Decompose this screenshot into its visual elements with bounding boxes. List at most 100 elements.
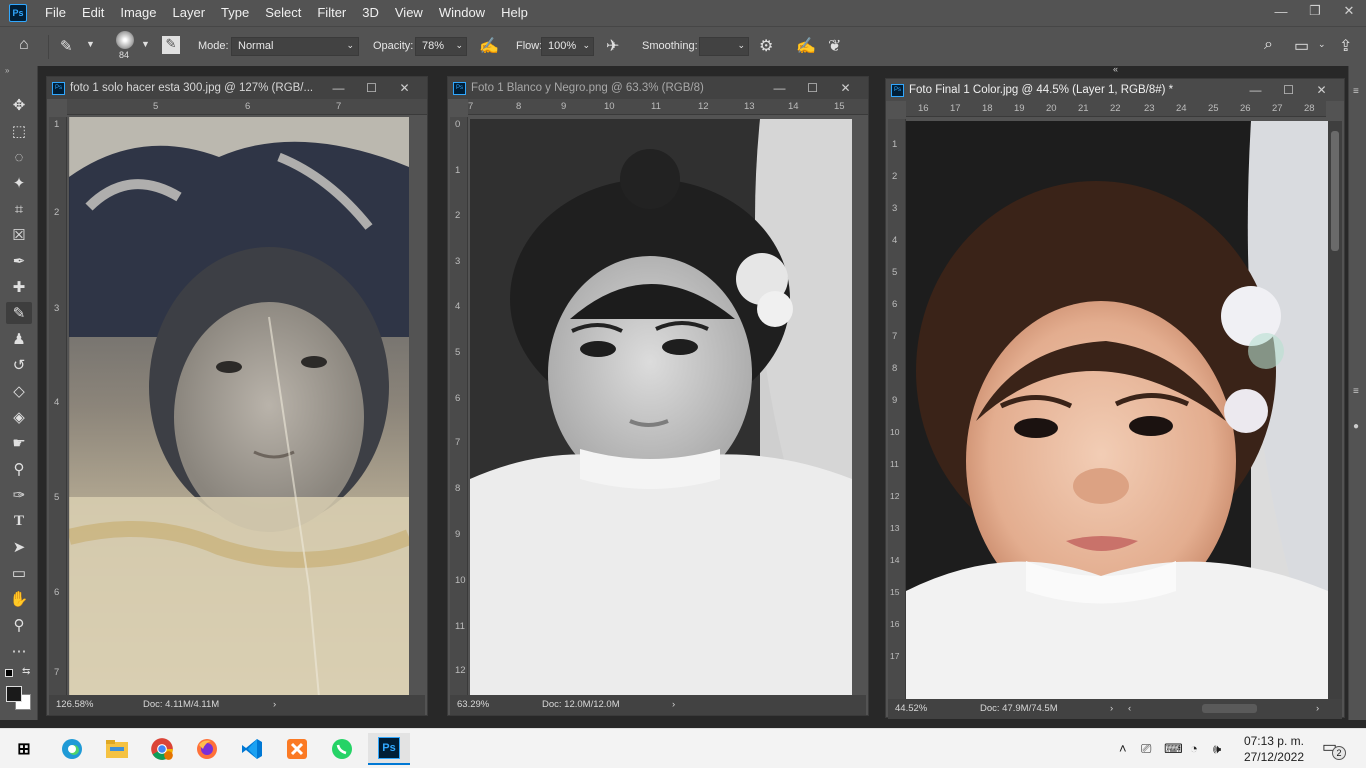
workspace-icon[interactable]: ▭ xyxy=(1294,36,1309,56)
crop-tool-icon[interactable]: ⌗ xyxy=(6,198,32,220)
photo-canvas-3[interactable] xyxy=(906,121,1328,699)
whatsapp-icon[interactable] xyxy=(327,735,357,763)
healing-brush-icon[interactable]: ✚ xyxy=(6,276,32,298)
share-icon[interactable]: ⇪ xyxy=(1339,36,1352,56)
close-icon[interactable]: ✕ xyxy=(1305,79,1338,101)
network-icon[interactable]: ⌨ xyxy=(1164,741,1183,757)
menu-select[interactable]: Select xyxy=(257,0,309,26)
magic-wand-icon[interactable]: ✦ xyxy=(6,172,32,194)
maximize-icon[interactable]: ☐ xyxy=(355,77,388,99)
chrome-icon[interactable] xyxy=(147,735,177,763)
scroll-thumb[interactable] xyxy=(1331,131,1339,251)
maximize-icon[interactable]: ☐ xyxy=(1272,79,1305,101)
pressure-size-icon[interactable]: ✍ xyxy=(796,36,816,56)
zoom-tool-icon[interactable]: ⚲ xyxy=(6,614,32,636)
xampp-icon[interactable] xyxy=(282,735,312,763)
chevron-down-icon[interactable]: ▼ xyxy=(141,39,150,49)
history-brush-icon[interactable]: ↺ xyxy=(6,354,32,376)
rectangle-tool-icon[interactable]: ▭ xyxy=(6,562,32,584)
photoshop-taskbar-icon[interactable]: Ps xyxy=(368,733,410,765)
menu-icon[interactable]: ≡ xyxy=(1353,86,1359,97)
chevron-down-icon[interactable]: ▼ xyxy=(86,39,95,49)
close-icon[interactable]: ✕ xyxy=(829,77,862,99)
brush-preset-icon[interactable] xyxy=(116,31,134,49)
search-icon[interactable]: ⌕ xyxy=(1264,36,1273,54)
dodge-tool-icon[interactable]: ⚲ xyxy=(6,458,32,480)
chevron-right-icon[interactable]: › xyxy=(273,699,276,710)
chevron-down-icon[interactable]: ⌄ xyxy=(1318,39,1326,50)
stamp-tool-icon[interactable]: ♟ xyxy=(6,328,32,350)
frame-tool-icon[interactable]: ☒ xyxy=(6,224,32,246)
photo-canvas-2[interactable] xyxy=(470,119,852,697)
chevron-left-icon[interactable]: ‹ xyxy=(1128,703,1131,714)
menu-icon[interactable]: ≡ xyxy=(1353,386,1359,397)
maximize-icon[interactable]: ☐ xyxy=(796,77,829,99)
restore-icon[interactable]: ❐ xyxy=(1298,0,1332,22)
file-explorer-icon[interactable] xyxy=(102,735,132,763)
collapse-icon[interactable]: » xyxy=(5,66,9,75)
type-tool-icon[interactable]: T xyxy=(6,510,32,532)
foreground-color-swatch[interactable] xyxy=(6,686,22,702)
smudge-tool-icon[interactable]: ☛ xyxy=(6,432,32,454)
chevron-right-icon[interactable]: › xyxy=(672,699,675,710)
zoom-level[interactable]: 63.29% xyxy=(457,699,489,710)
mode-select[interactable]: Normal ⌄ xyxy=(231,37,359,56)
brush-tool-icon[interactable]: ✎ xyxy=(6,302,32,324)
smoothing-input[interactable]: ⌄ xyxy=(699,37,749,56)
menu-3d[interactable]: 3D xyxy=(354,0,387,26)
brush-tool-icon[interactable]: ✎ xyxy=(60,37,73,55)
meet-now-icon[interactable]: ⎚ xyxy=(1141,741,1151,757)
eyedropper-icon[interactable]: ✒ xyxy=(6,250,32,272)
wifi-icon[interactable]: ◔ xyxy=(1190,741,1198,756)
default-colors-icon[interactable] xyxy=(5,669,13,677)
zoom-level[interactable]: 44.52% xyxy=(895,703,927,714)
gear-icon[interactable]: ⚙ xyxy=(759,36,773,56)
document-tab-2[interactable]: Ps Foto 1 Blanco y Negro.png @ 63.3% (RG… xyxy=(448,77,868,99)
opacity-input[interactable]: 78% ⌄ xyxy=(415,37,467,56)
document-tab-3[interactable]: Ps Foto Final 1 Color.jpg @ 44.5% (Layer… xyxy=(886,79,1344,101)
menu-filter[interactable]: Filter xyxy=(309,0,354,26)
close-icon[interactable]: ✕ xyxy=(1332,0,1366,22)
volume-icon[interactable]: 🕪 xyxy=(1213,741,1221,757)
menu-layer[interactable]: Layer xyxy=(165,0,214,26)
notification-center-icon[interactable]: ▭ 2 xyxy=(1322,737,1346,760)
pressure-opacity-icon[interactable]: ✍ xyxy=(479,36,499,56)
minimize-icon[interactable]: — xyxy=(1239,79,1272,101)
menu-image[interactable]: Image xyxy=(112,0,164,26)
more-tools-icon[interactable]: ⋯ xyxy=(6,640,32,662)
hand-tool-icon[interactable]: ✋ xyxy=(6,588,32,610)
menu-type[interactable]: Type xyxy=(213,0,257,26)
chevron-right-icon[interactable]: › xyxy=(1110,703,1113,714)
minimize-icon[interactable]: — xyxy=(763,77,796,99)
windows-start-icon[interactable]: ⊞ xyxy=(9,735,39,763)
pen-tool-icon[interactable]: ✑ xyxy=(6,484,32,506)
path-select-icon[interactable]: ➤ xyxy=(6,536,32,558)
paint-bucket-icon[interactable]: ◈ xyxy=(6,406,32,428)
menu-edit[interactable]: Edit xyxy=(74,0,112,26)
collapse-panels-icon[interactable]: « xyxy=(1113,64,1118,74)
brush-settings-icon[interactable]: ✎ xyxy=(162,36,180,54)
firefox-icon[interactable] xyxy=(192,735,222,763)
photo-canvas-1[interactable] xyxy=(69,117,409,697)
menu-help[interactable]: Help xyxy=(493,0,536,26)
marquee-tool-icon[interactable]: ⬚ xyxy=(6,120,32,142)
document-tab-1[interactable]: Ps foto 1 solo hacer esta 300.jpg @ 127%… xyxy=(47,77,427,99)
vscode-icon[interactable] xyxy=(237,735,267,763)
menu-file[interactable]: File xyxy=(37,0,74,26)
menu-window[interactable]: Window xyxy=(431,0,493,26)
vertical-scrollbar[interactable] xyxy=(1328,121,1342,699)
lasso-tool-icon[interactable]: ◌ xyxy=(6,146,32,168)
flow-input[interactable]: 100% ⌄ xyxy=(541,37,594,56)
swap-colors-icon[interactable]: ⇆ xyxy=(22,666,30,677)
zoom-level[interactable]: 126.58% xyxy=(56,699,94,710)
close-icon[interactable]: ✕ xyxy=(388,77,421,99)
home-icon[interactable]: ⌂ xyxy=(19,36,29,54)
move-tool-icon[interactable]: ✥ xyxy=(6,94,32,116)
horizontal-scroll-thumb[interactable] xyxy=(1202,704,1257,713)
eraser-icon[interactable]: ◇ xyxy=(6,380,32,402)
record-icon[interactable]: ● xyxy=(1353,421,1359,432)
system-clock[interactable]: 07:13 p. m. 27/12/2022 xyxy=(1244,733,1304,765)
edge-icon[interactable] xyxy=(57,735,87,763)
chevron-right-icon[interactable]: › xyxy=(1316,703,1319,714)
chevron-up-icon[interactable]: ˄ xyxy=(1119,741,1127,756)
